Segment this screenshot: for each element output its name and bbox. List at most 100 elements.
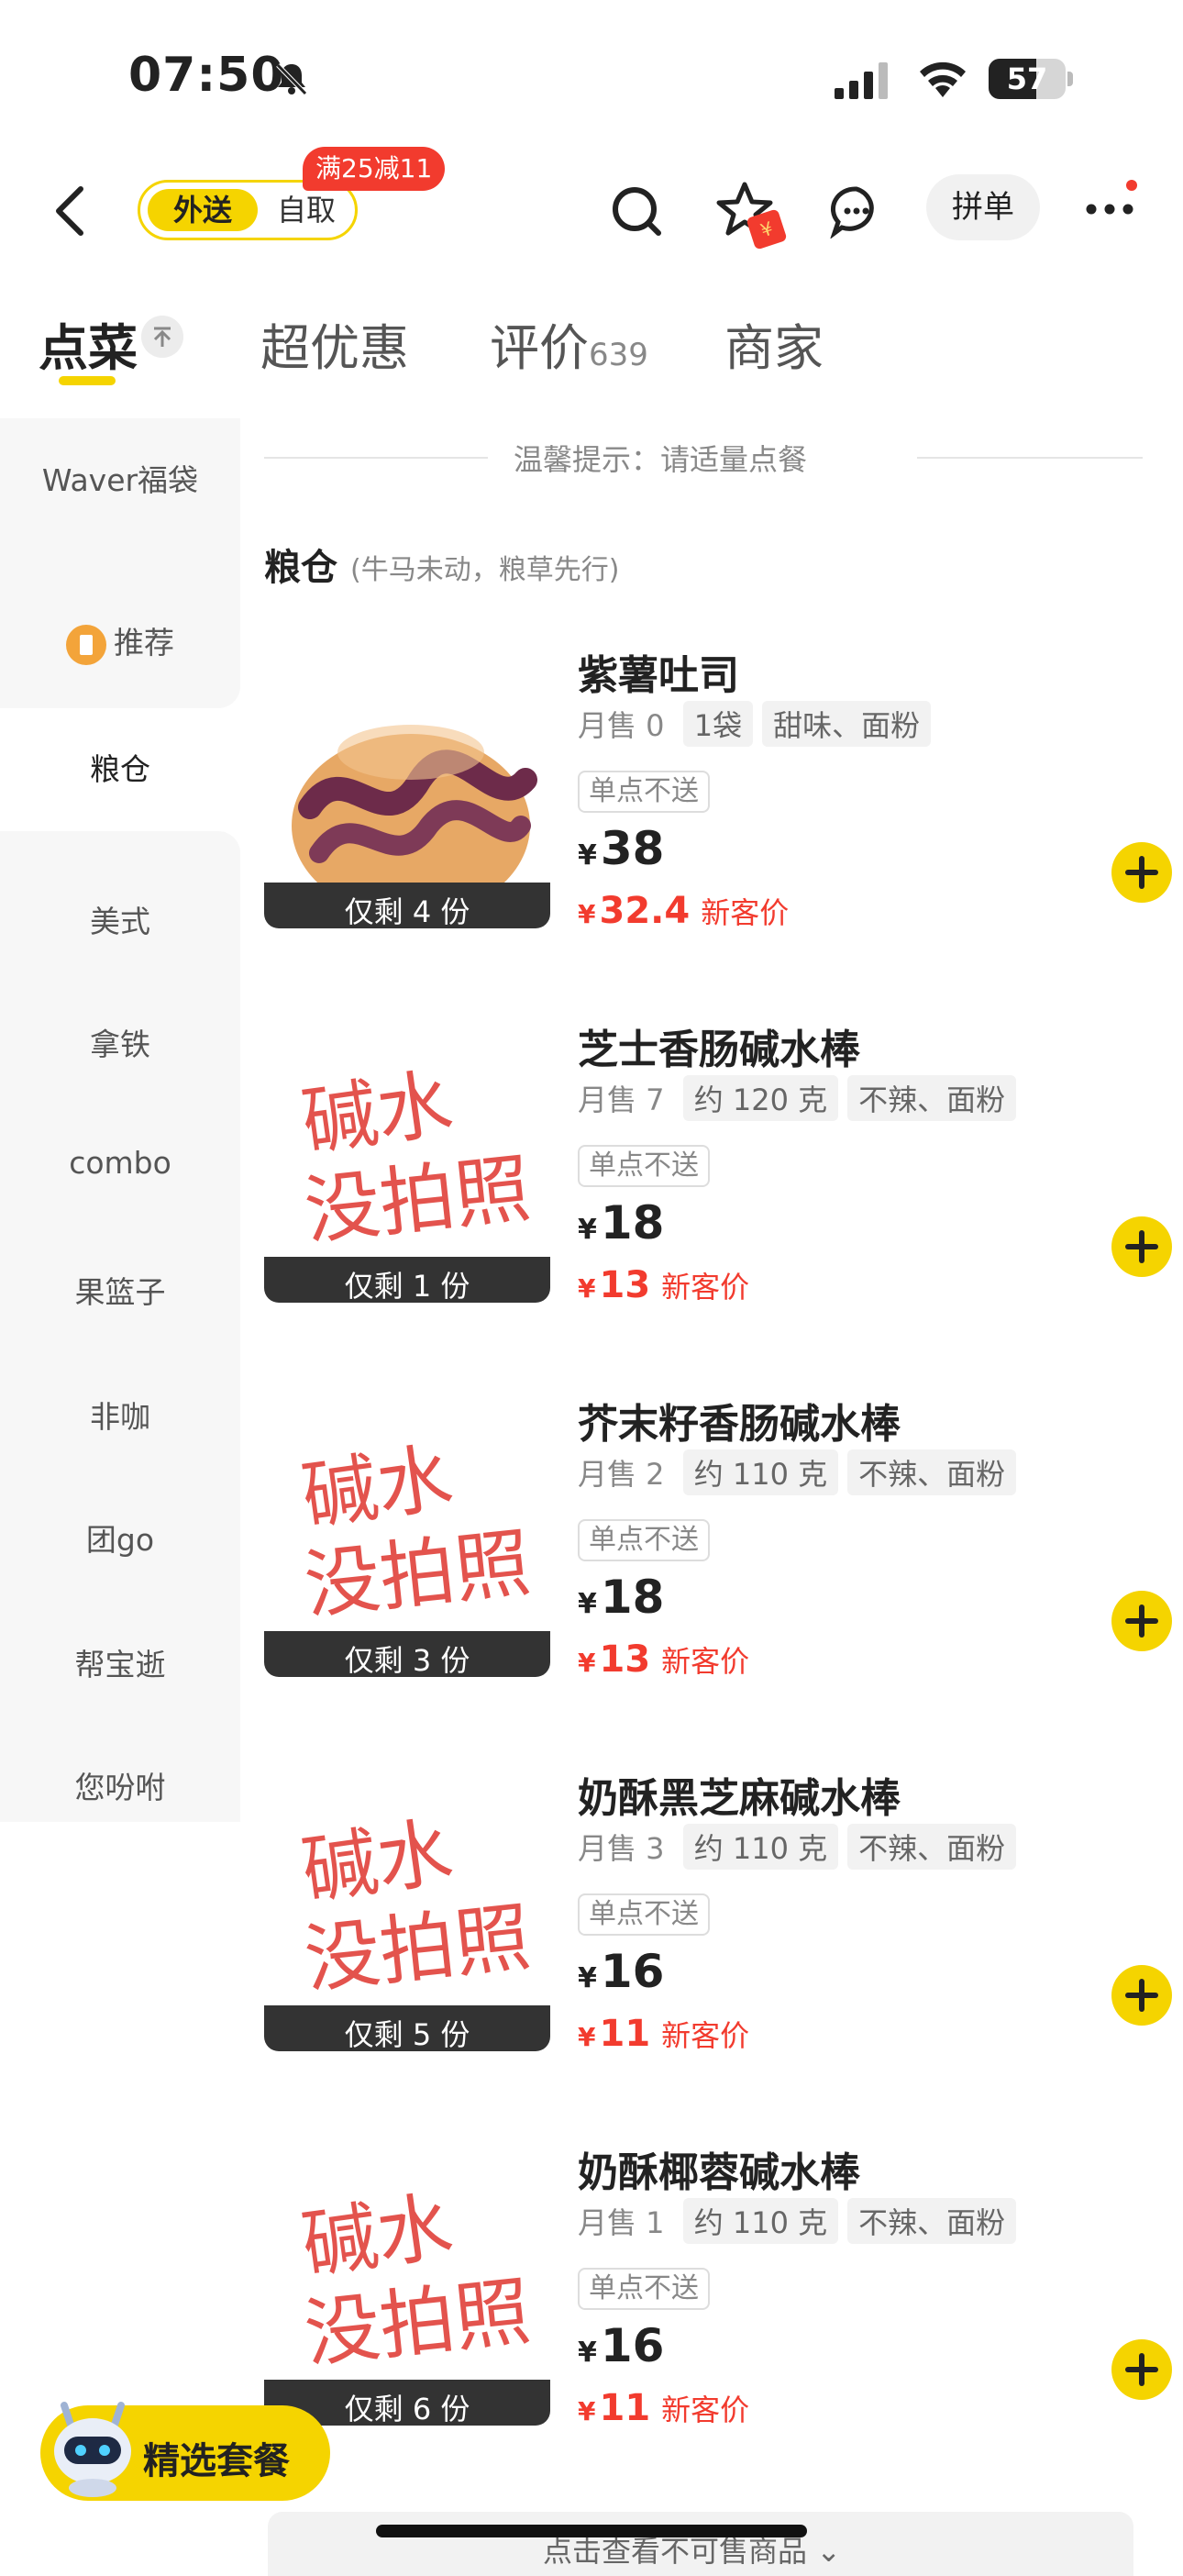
- product-price: ¥18: [578, 1571, 664, 1624]
- product-thumbnail[interactable]: 碱水 没拍照 仅剩 6 份: [264, 2139, 550, 2426]
- product-thumbnail[interactable]: 碱水 没拍照 仅剩 1 份: [264, 1016, 550, 1303]
- collapse-icon[interactable]: [141, 316, 183, 358]
- section-title: 粮仓: [264, 547, 337, 589]
- notification-dot: [1126, 180, 1137, 191]
- sidebar-item-nin-fenfu[interactable]: 您吩咐: [0, 1763, 240, 1807]
- yen-symbol: ¥: [578, 899, 596, 929]
- group-order-button[interactable]: 拼单: [926, 174, 1040, 240]
- mode-delivery[interactable]: 外送: [148, 189, 258, 231]
- product-price: ¥18: [578, 1196, 664, 1249]
- new-customer-price: ¥11 新客价: [578, 2387, 749, 2429]
- tab-reviews[interactable]: 评价639: [490, 307, 648, 380]
- tab-reviews-label: 评价: [490, 319, 589, 377]
- chat-icon[interactable]: [829, 183, 884, 239]
- product-meta: 月售 0 1袋 甜味、面粉: [578, 701, 932, 747]
- mode-pickup[interactable]: 自取: [267, 189, 346, 231]
- product-card[interactable]: 仅剩 4 份 紫薯吐司 月售 0 1袋 甜味、面粉 单点不送 ¥38 ¥32.4 新…: [264, 642, 1172, 972]
- sidebar-item-combo[interactable]: combo: [0, 1145, 240, 1181]
- product-card[interactable]: 碱水 没拍照 仅剩 5 份 奶酥黑芝麻碱水棒 月售 3 约 110 克不辣、面粉…: [264, 1765, 1172, 2095]
- status-time: 07:50: [128, 48, 285, 103]
- product-price: ¥38: [578, 822, 664, 875]
- add-to-cart-button[interactable]: [1111, 1216, 1172, 1277]
- no-single-delivery-badge: 单点不送: [578, 1893, 710, 1936]
- chevron-down-icon: ⌄: [816, 2534, 841, 2569]
- product-thumbnail[interactable]: 碱水 没拍照 仅剩 5 份: [264, 1765, 550, 2051]
- monthly-sales: 月售 7: [578, 1083, 665, 1117]
- product-tag: 不辣、面粉: [847, 2198, 1017, 2244]
- new-customer-price: ¥32.4 新客价: [578, 890, 789, 932]
- yen-symbol: ¥: [578, 1273, 596, 1304]
- yen-symbol: ¥: [578, 1214, 597, 1246]
- product-card[interactable]: 碱水 没拍照 仅剩 3 份 芥末籽香肠碱水棒 月售 2 约 110 克不辣、面粉…: [264, 1391, 1172, 1721]
- no-single-delivery-badge: 单点不送: [578, 771, 710, 813]
- category-sidebar: Waver福袋 推荐 粮仓 美式 拿铁 combo 果篮子 非咖 团go 帮宝逝…: [0, 418, 240, 1822]
- product-name: 紫薯吐司: [578, 652, 739, 699]
- tab-order[interactable]: 点菜: [39, 307, 138, 380]
- product-thumbnail[interactable]: 仅剩 4 份: [264, 642, 550, 928]
- review-count: 639: [589, 337, 648, 373]
- sidebar-item-fudai[interactable]: Waver福袋: [0, 462, 240, 499]
- add-to-cart-button[interactable]: [1111, 842, 1172, 903]
- favorite-button[interactable]: ¥: [715, 180, 789, 250]
- robot-icon: [54, 2402, 131, 2497]
- product-meta: 月售 1 约 110 克不辣、面粉: [578, 2198, 1017, 2244]
- product-meta: 月售 7 约 120 克不辣、面粉: [578, 1075, 1017, 1121]
- add-icon: [1125, 2353, 1158, 2386]
- search-icon[interactable]: [609, 183, 664, 239]
- add-to-cart-button[interactable]: [1111, 1591, 1172, 1651]
- no-single-delivery-badge: 单点不送: [578, 1145, 710, 1187]
- sidebar-item-granary[interactable]: 粮仓: [0, 708, 240, 831]
- new-price-value: 11: [599, 2387, 651, 2429]
- product-card[interactable]: 碱水 没拍照 仅剩 6 份 奶酥椰蓉碱水棒 月售 1 约 110 克不辣、面粉 …: [264, 2139, 1172, 2470]
- sidebar-item-recommend[interactable]: 推荐: [0, 618, 240, 665]
- new-customer-price: ¥13 新客价: [578, 1638, 749, 1681]
- add-to-cart-button[interactable]: [1111, 1965, 1172, 2026]
- product-price: ¥16: [578, 1945, 664, 1998]
- hint-divider-right: [917, 457, 1143, 459]
- product-tag: 不辣、面粉: [847, 1824, 1017, 1870]
- stock-label: 仅剩 4 份: [264, 883, 550, 928]
- product-tag: 约 110 克: [682, 2198, 839, 2244]
- sidebar-item-group-go[interactable]: 团go: [0, 1516, 240, 1560]
- monthly-sales: 月售 1: [578, 2205, 665, 2240]
- tab-underline: [59, 376, 116, 385]
- stock-label: 仅剩 5 份: [264, 2005, 550, 2051]
- price-value: 18: [600, 1571, 665, 1624]
- sidebar-item-latte[interactable]: 拿铁: [0, 1020, 240, 1064]
- new-price-value: 13: [599, 1638, 651, 1681]
- unavailable-label: 点击查看不可售商品: [543, 2534, 808, 2569]
- tab-merchant-label: 商家: [724, 319, 824, 377]
- product-meta: 月售 3 约 110 克不辣、面粉: [578, 1824, 1017, 1870]
- recommend-icon: [66, 624, 106, 665]
- product-card[interactable]: 碱水 没拍照 仅剩 1 份 芝士香肠碱水棒 月售 7 约 120 克不辣、面粉 …: [264, 1016, 1172, 1347]
- stock-label: 仅剩 1 份: [264, 1257, 550, 1303]
- product-tag: 1袋: [682, 701, 754, 747]
- sidebar-item-non-coffee[interactable]: 非咖: [0, 1393, 240, 1437]
- yen-symbol: ¥: [578, 1588, 597, 1620]
- product-name: 芥末籽香肠碱水棒: [578, 1401, 901, 1448]
- new-price-value: 32.4: [599, 890, 691, 932]
- product-tag: 不辣、面粉: [847, 1075, 1017, 1121]
- product-price: ¥16: [578, 2319, 664, 2372]
- sidebar-item-americano[interactable]: 美式: [0, 897, 240, 941]
- sidebar-item-bangbaoshi[interactable]: 帮宝逝: [0, 1640, 240, 1684]
- add-icon: [1125, 856, 1158, 889]
- wifi-icon: [920, 61, 966, 97]
- sidebar-item-fruit-basket[interactable]: 果篮子: [0, 1268, 240, 1312]
- yen-symbol: ¥: [578, 1962, 597, 1994]
- product-name: 奶酥椰蓉碱水棒: [578, 2149, 860, 2196]
- home-indicator[interactable]: [376, 2525, 807, 2537]
- tab-deals[interactable]: 超优惠: [260, 307, 409, 380]
- product-thumbnail[interactable]: 碱水 没拍照 仅剩 3 份: [264, 1391, 550, 1677]
- yen-symbol: ¥: [578, 1648, 596, 1678]
- new-customer-label: 新客价: [661, 1270, 750, 1305]
- monthly-sales: 月售 3: [578, 1831, 665, 1866]
- back-icon[interactable]: [46, 182, 94, 240]
- new-customer-label: 新客价: [701, 895, 790, 930]
- section-subtitle: (牛马未动，粮草先行): [350, 554, 620, 586]
- product-tag: 约 110 克: [682, 1824, 839, 1870]
- tab-merchant[interactable]: 商家: [724, 307, 824, 380]
- yen-symbol: ¥: [578, 2022, 596, 2052]
- product-tag: 约 120 克: [682, 1075, 839, 1121]
- add-to-cart-button[interactable]: [1111, 2339, 1172, 2400]
